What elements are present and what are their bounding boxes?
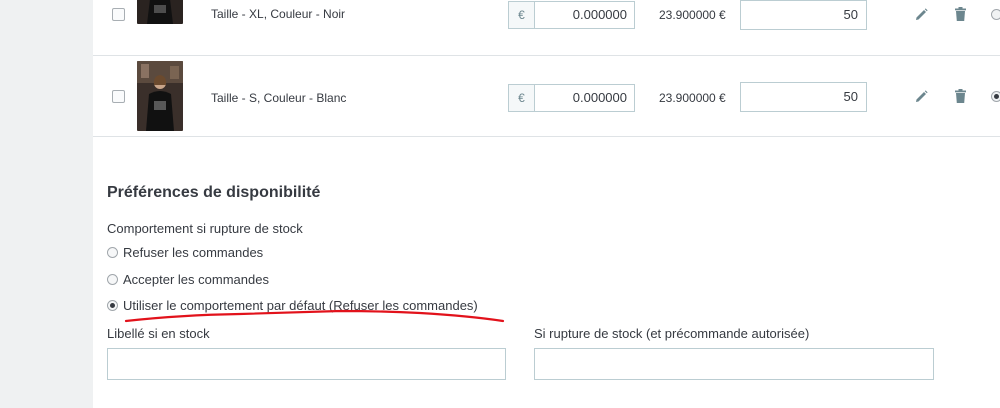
radio-label: Refuser les commandes: [123, 245, 264, 260]
in-stock-text-input[interactable]: [107, 348, 506, 380]
impact-price-input[interactable]: 0.000000: [535, 84, 635, 112]
section-title: Préférences de disponibilité: [107, 184, 321, 201]
row-checkbox[interactable]: [112, 8, 125, 21]
default-combination-radio[interactable]: [991, 91, 1000, 102]
out-of-stock-text-input[interactable]: [534, 348, 934, 380]
trash-icon[interactable]: [955, 89, 966, 108]
pencil-icon[interactable]: [915, 90, 928, 108]
radio-default-behavior[interactable]: Utiliser le comportement par défaut (Ref…: [107, 298, 478, 313]
left-gutter: [0, 0, 93, 408]
final-price: 23.900000 €: [659, 91, 726, 105]
radio-accept-orders[interactable]: Accepter les commandes: [107, 272, 269, 287]
product-thumbnail: [137, 0, 183, 24]
radio-label: Utiliser le comportement par défaut (Ref…: [123, 298, 478, 313]
in-stock-label: Libellé si en stock: [107, 326, 210, 341]
radio-refuse-orders[interactable]: Refuser les commandes: [107, 245, 263, 260]
trash-icon[interactable]: [955, 7, 966, 26]
combination-label: Taille - XL, Couleur - Noir: [211, 7, 346, 21]
out-of-stock-label: Si rupture de stock (et précommande auto…: [534, 326, 810, 341]
radio-button[interactable]: [107, 274, 118, 285]
impact-price-input[interactable]: 0.000000: [535, 1, 635, 29]
quantity-input[interactable]: 50: [740, 82, 867, 112]
combination-label: Taille - S, Couleur - Blanc: [211, 91, 347, 105]
currency-addon: €: [508, 84, 535, 112]
table-row: Taille - XL, Couleur - Noir € 0.000000 2…: [93, 0, 1000, 56]
behavior-label: Comportement si rupture de stock: [107, 221, 303, 236]
quantity-input[interactable]: 50: [740, 0, 867, 30]
radio-label: Accepter les commandes: [123, 272, 269, 287]
final-price: 23.900000 €: [659, 8, 726, 22]
row-checkbox[interactable]: [112, 90, 125, 103]
pencil-icon[interactable]: [915, 8, 928, 26]
radio-button[interactable]: [107, 300, 118, 311]
currency-addon: €: [508, 1, 535, 29]
product-thumbnail: [137, 61, 183, 131]
radio-button[interactable]: [107, 247, 118, 258]
default-combination-radio[interactable]: [991, 9, 1000, 20]
table-row: Taille - S, Couleur - Blanc € 0.000000 2…: [93, 56, 1000, 137]
